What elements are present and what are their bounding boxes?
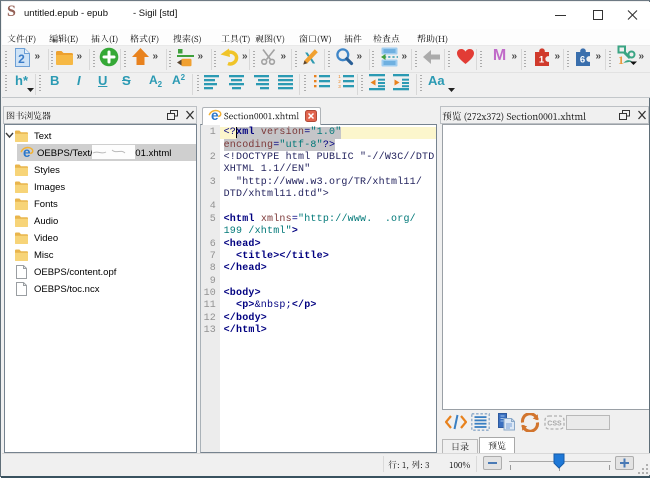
svg-text:6: 6 [580, 54, 585, 65]
svg-text:CSS: CSS [547, 421, 562, 428]
svg-text:2: 2 [18, 52, 25, 66]
svg-text:3: 3 [338, 84, 341, 89]
svg-text:1: 1 [539, 54, 545, 65]
svg-text:1: 1 [618, 53, 624, 67]
